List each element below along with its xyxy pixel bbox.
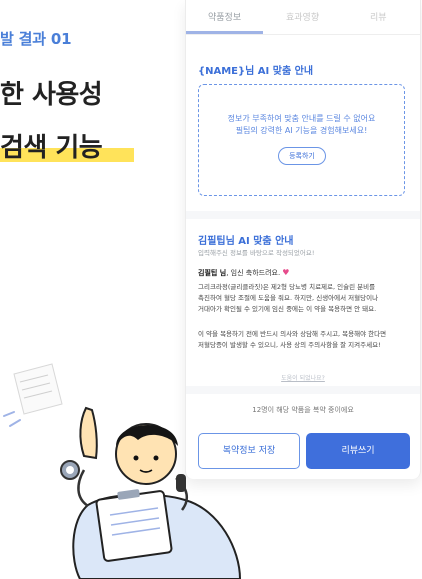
slide-heading-line2: 검색 기능: [0, 133, 103, 163]
doctor-illustration: [3, 363, 242, 579]
ai-guide-title: {NAME}님 AI 맞춤 안내: [198, 66, 314, 77]
tab-drug-info[interactable]: 약품정보: [208, 10, 241, 23]
document-icon: [13, 363, 63, 415]
guide-text-line: 촉진하여 혈당 조절에 도움을 줘요. 하지만, 신생아에서 저혈당이나: [198, 294, 379, 302]
heart-icon: ♥: [282, 268, 290, 277]
greeting-name: 김필팁 님: [198, 269, 227, 277]
active-tab-indicator: [186, 31, 263, 34]
tab-effects[interactable]: 효과영향: [286, 10, 319, 23]
tab-bar: 약품정보 효과영향 리뷰: [186, 0, 420, 35]
guide-text-line: 그리크라정(글리클라짓)은 제2형 당뇨병 치료제로, 인슐린 분비를: [198, 283, 376, 291]
guide-text-line: 이 약을 복용하기 전에 반드시 의사와 상담해 주시고, 복용해야 한다면: [198, 330, 387, 338]
slide-heading-line1: 한 사용성: [0, 80, 103, 110]
ai-guide-empty-card: 정보가 부족하여 맞춤 안내를 드릴 수 없어요 필팁의 강력한 AI 기능을 …: [198, 84, 405, 196]
guide-text-line: 거대아가 확인될 수 있기에 임신 중에는 이 약을 복용하면 안 돼요.: [198, 305, 377, 313]
guide-text-line: 저혈당증이 발생할 수 있으니, 사용 상의 주의사항을 잘 지켜주세요!: [198, 341, 381, 349]
slide-section-label: 발 결과 01: [0, 30, 72, 48]
doctor-face: [115, 423, 178, 485]
personal-guide-title: 김필팁님 AI 맞춤 안내: [198, 236, 294, 247]
clipboard-icon: [95, 489, 173, 562]
register-button[interactable]: 등록하기: [278, 147, 326, 165]
empty-message-line1: 정보가 부족하여 맞춤 안내를 드릴 수 없어요: [227, 114, 376, 123]
greeting-line: 김필팁 님, 임신 축하드려요. ♥: [198, 268, 289, 278]
write-review-button[interactable]: 리뷰쓰기: [306, 433, 410, 469]
greeting-text: , 임신 축하드려요.: [226, 269, 281, 277]
empty-message-line2: 필팁의 강력한 AI 기능을 경험해보세요!: [235, 126, 368, 135]
tab-reviews[interactable]: 리뷰: [370, 10, 387, 23]
personal-guide-subtitle: 입력해주신 정보를 바탕으로 작성되었어요!: [198, 249, 315, 257]
section-divider: [186, 211, 420, 219]
